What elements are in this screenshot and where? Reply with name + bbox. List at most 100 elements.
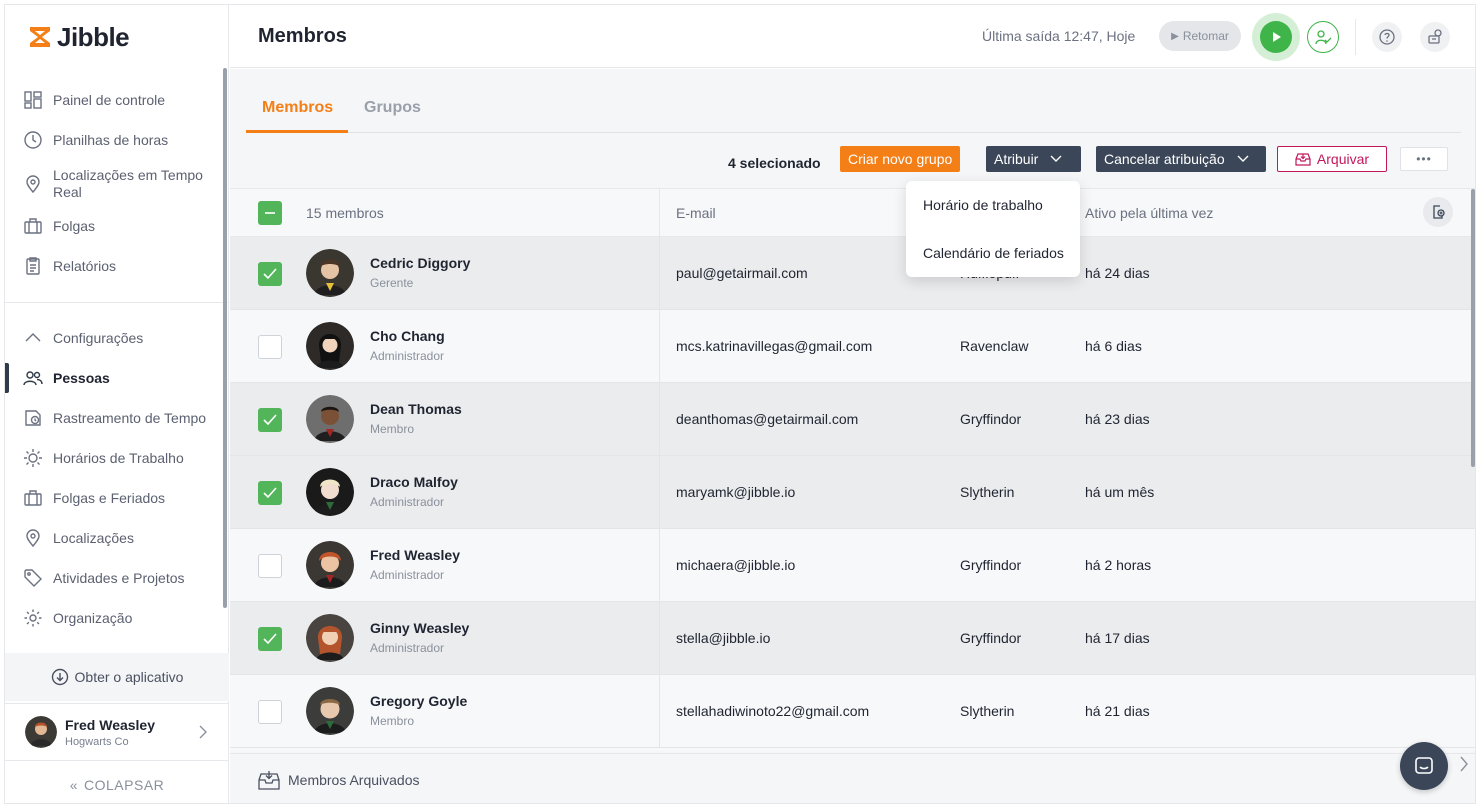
- member-role: Gerente: [370, 276, 414, 290]
- member-last-active: há um mês: [1085, 484, 1155, 500]
- table-row[interactable]: Ginny Weasley Administrador stella@jibbl…: [230, 602, 1475, 675]
- get-app-button[interactable]: Obter o aplicativo: [5, 653, 229, 701]
- select-all-checkbox[interactable]: [258, 201, 282, 225]
- row-checkbox[interactable]: [258, 408, 282, 432]
- main-content: Membros Grupos 4 selecionado Criar novo …: [230, 69, 1475, 803]
- time-tracking-icon: [23, 408, 43, 428]
- row-checkbox[interactable]: [258, 554, 282, 578]
- sidebar-item-activities-projects[interactable]: Atividades e Projetos: [5, 567, 229, 589]
- table-row[interactable]: Gregory Goyle Membro stellahadiwinoto22@…: [230, 675, 1475, 748]
- create-group-button[interactable]: Criar novo grupo: [840, 146, 961, 172]
- collapse-label: COLAPSAR: [84, 777, 165, 793]
- member-group: Gryffindor: [960, 630, 1022, 646]
- assign-button[interactable]: Atribuir: [986, 146, 1081, 172]
- member-name[interactable]: Cho Chang: [370, 328, 445, 344]
- sidebar-item-organization[interactable]: Organização: [5, 607, 229, 629]
- sidebar-item-label: Pessoas: [53, 370, 110, 386]
- table-row[interactable]: Fred Weasley Administrador michaera@jibb…: [230, 529, 1475, 602]
- resume-button[interactable]: ▶ Retomar: [1159, 21, 1241, 51]
- archived-members-label: Membros Arquivados: [288, 772, 420, 788]
- sidebar-item-leave-holidays[interactable]: Folgas e Feriados: [5, 487, 229, 509]
- column-separator: [659, 189, 660, 237]
- table-scrollbar[interactable]: [1471, 189, 1475, 467]
- integrations-button[interactable]: [1420, 22, 1450, 52]
- row-checkbox[interactable]: [258, 627, 282, 651]
- member-email: deanthomas@getairmail.com: [676, 411, 859, 427]
- dashboard-icon: [23, 90, 43, 110]
- avatar: [306, 687, 354, 735]
- member-role: Administrador: [370, 495, 445, 509]
- help-icon: [1379, 29, 1395, 45]
- check-icon: [263, 487, 277, 499]
- tab-members[interactable]: Membros: [262, 99, 333, 117]
- member-name[interactable]: Draco Malfoy: [370, 474, 458, 490]
- sidebar-item-dashboard[interactable]: Painel de controle: [5, 89, 229, 111]
- sidebar-item-people[interactable]: Pessoas: [5, 363, 229, 393]
- sidebar: Jibble Painel de controle Planilhas de h…: [5, 5, 229, 803]
- export-columns-button[interactable]: [1423, 197, 1453, 227]
- row-checkbox[interactable]: [258, 700, 282, 724]
- sidebar-item-timesheets[interactable]: Planilhas de horas: [5, 129, 229, 151]
- table-footer: Membros Arquivados: [230, 742, 1475, 803]
- resume-label: Retomar: [1182, 29, 1229, 43]
- last-clock-out: Última saída 12:47, Hoje: [982, 28, 1136, 44]
- member-name[interactable]: Ginny Weasley: [370, 620, 469, 636]
- table-row[interactable]: Dean Thomas Membro deanthomas@getairmail…: [230, 383, 1475, 456]
- clock-in-button[interactable]: [1252, 13, 1300, 61]
- last-active-column-header[interactable]: Ativo pela última vez: [1085, 205, 1213, 221]
- jibble-logo[interactable]: Jibble: [27, 21, 130, 53]
- tab-groups[interactable]: Grupos: [364, 99, 421, 117]
- table-row[interactable]: Draco Malfoy Administrador maryamk@jibbl…: [230, 456, 1475, 529]
- sidebar-item-label: Horários de Trabalho: [53, 450, 184, 466]
- archive-icon: [1295, 153, 1311, 166]
- current-user-card[interactable]: Fred Weasley Hogwarts Co: [5, 703, 229, 761]
- member-group: Gryffindor: [960, 557, 1022, 573]
- archive-button[interactable]: Arquivar: [1277, 146, 1387, 172]
- row-checkbox[interactable]: [258, 481, 282, 505]
- email-column-header[interactable]: E-mail: [676, 205, 716, 221]
- page-title: Membros: [258, 25, 347, 47]
- chat-icon: [1415, 757, 1433, 774]
- table-row[interactable]: Cedric Diggory Gerente paul@getairmail.c…: [230, 237, 1475, 310]
- archived-members-link[interactable]: Membros Arquivados: [258, 770, 420, 790]
- member-group: Slytherin: [960, 703, 1015, 719]
- unassign-button[interactable]: Cancelar atribuição: [1096, 146, 1266, 172]
- sidebar-scrollbar[interactable]: [223, 68, 227, 608]
- avatar: [306, 468, 354, 516]
- member-email: mcs.katrinavillegas@gmail.com: [676, 338, 873, 354]
- clipboard-icon: [23, 256, 43, 276]
- member-name[interactable]: Gregory Goyle: [370, 693, 467, 709]
- sidebar-settings-toggle[interactable]: Configurações: [5, 327, 229, 349]
- suitcase-icon: [23, 216, 43, 236]
- collapse-sidebar-button[interactable]: « COLAPSAR: [5, 765, 229, 803]
- sidebar-item-reports[interactable]: Relatórios: [5, 255, 229, 277]
- integrations-icon: [1428, 29, 1442, 44]
- sidebar-item-live-locations[interactable]: Localizações em Tempo Real: [5, 167, 229, 201]
- sidebar-item-time-off[interactable]: Folgas: [5, 215, 229, 237]
- help-button[interactable]: [1372, 22, 1402, 52]
- member-name[interactable]: Cedric Diggory: [370, 255, 470, 271]
- menu-item-holiday-calendar[interactable]: Calendário de feriados: [923, 245, 1064, 261]
- member-email: maryamk@jibble.io: [676, 484, 796, 500]
- member-name[interactable]: Dean Thomas: [370, 401, 462, 417]
- member-last-active: há 24 dias: [1085, 265, 1150, 281]
- table-row[interactable]: Cho Chang Administrador mcs.katrinaville…: [230, 310, 1475, 383]
- sidebar-item-work-schedules[interactable]: Horários de Trabalho: [5, 447, 229, 469]
- member-email: stellahadiwinoto22@gmail.com: [676, 703, 870, 719]
- member-name[interactable]: Fred Weasley: [370, 547, 460, 563]
- chevron-right-icon[interactable]: [1458, 754, 1470, 774]
- row-checkbox[interactable]: [258, 262, 282, 286]
- sidebar-item-label: Relatórios: [53, 258, 117, 274]
- table-row[interactable]: [230, 748, 1475, 751]
- more-options-button[interactable]: •••: [1400, 147, 1448, 171]
- export-icon: [1433, 205, 1445, 219]
- row-checkbox[interactable]: [258, 335, 282, 359]
- sidebar-item-label: Folgas e Feriados: [53, 490, 166, 506]
- top-header: Membros Última saída 12:47, Hoje ▶ Retom…: [230, 5, 1475, 68]
- chat-support-button[interactable]: [1400, 742, 1448, 790]
- sidebar-item-locations[interactable]: Localizações: [5, 527, 229, 549]
- chevron-right-icon: [199, 725, 207, 739]
- user-check-button[interactable]: [1307, 21, 1339, 53]
- sidebar-item-time-tracking[interactable]: Rastreamento de Tempo: [5, 407, 229, 429]
- menu-item-work-schedule[interactable]: Horário de trabalho: [923, 197, 1043, 213]
